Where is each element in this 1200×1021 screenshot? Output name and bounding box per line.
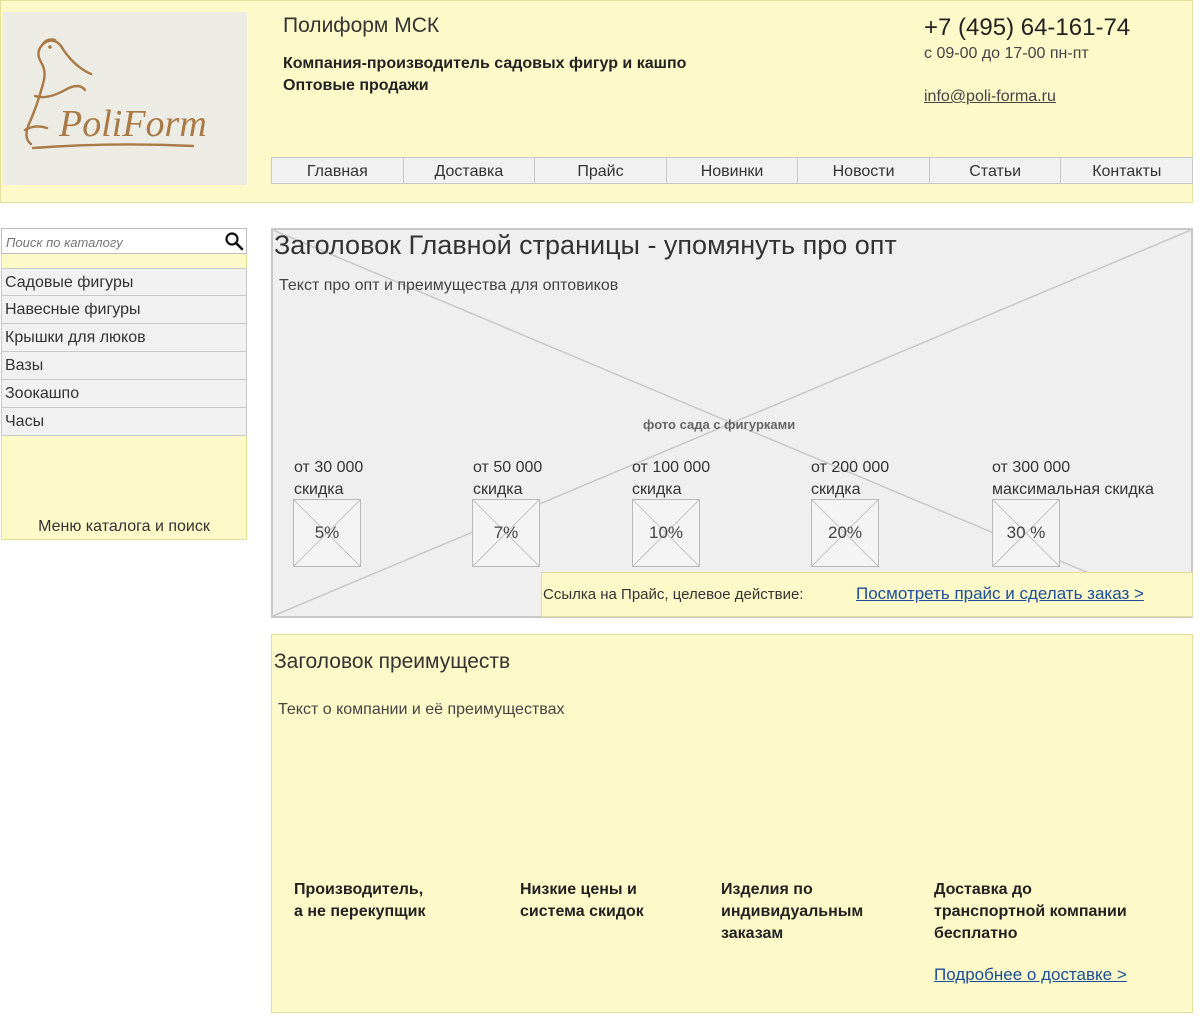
tier-note: скидка — [294, 481, 344, 498]
nav-item-delivery[interactable]: Доставка — [404, 158, 536, 183]
logo-text: PoliForm — [58, 103, 207, 145]
tagline-main: Компания-производитель садовых фигур и к… — [283, 55, 687, 72]
discount-percent: 5% — [314, 523, 340, 542]
advantage-line: Производитель, — [294, 881, 424, 898]
page-title: Заголовок Главной страницы - упомянуть п… — [274, 230, 897, 260]
discount-badge: 20% — [811, 499, 879, 567]
tier-amount: от 30 000 — [294, 459, 364, 476]
advantage-line: транспортной компании — [934, 903, 1127, 920]
catalog-search — [1, 228, 247, 254]
discount-percent: 10% — [648, 523, 684, 542]
advantages-title: Заголовок преимуществ — [274, 650, 511, 673]
hero-text: Текст про опт и преимущества для оптовик… — [279, 277, 619, 294]
advantage-line: Низкие цены и — [520, 881, 637, 898]
tagline-wholesale: Оптовые продажи — [283, 77, 429, 94]
discount-tier-label: от 100 000 скидка — [632, 457, 710, 501]
advantage-line: система скидок — [520, 903, 644, 920]
advantage-item-free-delivery: Доставка до транспортной компании беспла… — [934, 879, 1127, 945]
nav-item-new-products[interactable]: Новинки — [667, 158, 799, 183]
catalog-item-hanging-figures[interactable]: Навесные фигуры — [1, 296, 247, 324]
tier-note: максимальная скидка — [992, 481, 1154, 498]
discount-tier-label: от 200 000 скидка — [811, 457, 889, 501]
cta-label: Ссылка на Прайс, целевое действие: — [543, 586, 804, 603]
search-input[interactable] — [6, 233, 216, 251]
nav-item-contacts[interactable]: Контакты — [1061, 158, 1192, 183]
email-link[interactable]: info@poli-forma.ru — [924, 88, 1056, 106]
advantage-line: заказам — [721, 925, 784, 942]
advantage-item-custom-orders: Изделия по индивидуальным заказам — [721, 879, 863, 945]
tier-amount: от 200 000 — [811, 459, 890, 476]
phone-number[interactable]: +7 (495) 64-161-74 — [924, 14, 1130, 42]
nav-item-home[interactable]: Главная — [272, 158, 404, 183]
stork-logo-icon: PoliForm — [23, 38, 207, 150]
search-icon[interactable] — [224, 231, 244, 251]
advantage-line: Изделия по — [721, 881, 813, 898]
catalog-menu: Садовые фигуры Навесные фигуры Крышки дл… — [1, 268, 247, 436]
catalog-item-manhole-covers[interactable]: Крышки для люков — [1, 324, 247, 352]
tier-note: скидка — [632, 481, 682, 498]
discount-percent: 30 % — [1006, 523, 1046, 542]
catalog-item-garden-figures[interactable]: Садовые фигуры — [1, 268, 247, 296]
main-nav: Главная Доставка Прайс Новинки Новости С… — [271, 157, 1193, 184]
advantage-line: индивидуальным — [721, 903, 864, 920]
catalog-item-zoo-planters[interactable]: Зоокашпо — [1, 380, 247, 408]
nav-item-news[interactable]: Новости — [798, 158, 930, 183]
photo-label: фото сада с фигурками — [643, 417, 796, 432]
tier-amount: от 300 000 — [992, 459, 1071, 476]
discount-percent: 7% — [493, 523, 519, 542]
discount-percent: 20% — [827, 523, 863, 542]
catalog-item-vases[interactable]: Вазы — [1, 352, 247, 380]
logo[interactable]: PoliForm — [3, 12, 247, 185]
price-order-link[interactable]: Посмотреть прайс и сделать заказ > — [856, 584, 1144, 604]
advantage-line: а не перекупщик — [294, 903, 426, 920]
advantages-text: Текст о компании и её преимуществах — [278, 701, 565, 718]
nav-item-articles[interactable]: Статьи — [930, 158, 1062, 183]
advantages-section — [271, 634, 1193, 1013]
sidebar-caption: Меню каталога и поиск — [38, 518, 210, 535]
discount-badge: 10% — [632, 499, 700, 567]
discount-badge: 7% — [472, 499, 540, 567]
advantage-line: бесплатно — [934, 925, 1018, 942]
working-hours: с 09-00 до 17-00 пн-пт — [924, 45, 1089, 62]
advantage-item-manufacturer: Производитель, а не перекупщик — [294, 879, 426, 923]
tier-amount: от 50 000 — [473, 459, 543, 476]
nav-item-price[interactable]: Прайс — [535, 158, 667, 183]
delivery-details-link[interactable]: Подробнее о доставке > — [934, 965, 1127, 985]
tier-note: скидка — [811, 481, 861, 498]
tier-amount: от 100 000 — [632, 459, 711, 476]
tagline: Компания-производитель садовых фигур и к… — [283, 53, 686, 97]
tier-note: скидка — [473, 481, 523, 498]
discount-tier-label: от 30 000 скидка — [294, 457, 363, 501]
catalog-item-clocks[interactable]: Часы — [1, 408, 247, 436]
discount-tier-label: от 300 000 максимальная скидка — [992, 457, 1154, 501]
company-name: Полиформ МСК — [283, 14, 440, 37]
discount-badge: 30 % — [992, 499, 1060, 567]
discount-tier-label: от 50 000 скидка — [473, 457, 542, 501]
advantage-item-low-prices: Низкие цены и система скидок — [520, 879, 644, 923]
discount-badge: 5% — [293, 499, 361, 567]
advantage-line: Доставка до — [934, 881, 1032, 898]
